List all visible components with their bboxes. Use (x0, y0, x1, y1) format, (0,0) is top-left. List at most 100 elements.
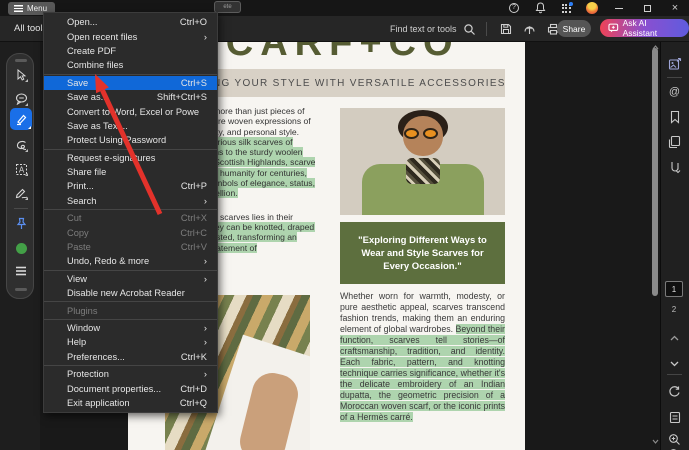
app-grid-icon (561, 1, 573, 13)
close-button[interactable]: × (661, 0, 689, 16)
account-button[interactable] (579, 0, 605, 16)
menu-item-create-pdf[interactable]: Create PDF (44, 44, 217, 58)
menu-item-plugins[interactable]: Plugins (44, 303, 217, 317)
pin-tool[interactable] (13, 215, 29, 231)
menu-item-document-properties[interactable]: Document properties... Ctrl+D (44, 381, 217, 395)
menu-item-protection[interactable]: Protection › (44, 367, 217, 381)
pull-quote-box: "Exploring Different Ways to Wear and St… (340, 222, 505, 284)
menu-separator (44, 209, 217, 211)
zoom-in-button[interactable] (667, 432, 682, 447)
minimize-icon (615, 7, 623, 9)
file-menu-dropdown: Open... Ctrl+O Open recent files › Create PD… (43, 12, 218, 414)
menu-item-save-as[interactable]: Save as... Shift+Ctrl+S (44, 90, 217, 104)
comments-panel-button[interactable]: @ (667, 84, 682, 99)
menu-separator (44, 364, 217, 366)
bookmark-icon (670, 110, 679, 124)
menu-item-search[interactable]: Search › (44, 194, 217, 208)
notification-dot (568, 1, 573, 6)
menu-item-preferences[interactable]: Preferences... Ctrl+K (44, 350, 217, 364)
palette-drag-handle[interactable] (15, 59, 27, 62)
document-tab-label: ete (223, 4, 232, 10)
menu-item-request-e-signatures[interactable]: Request e-signatures (44, 151, 217, 165)
menu-item-combine-files[interactable]: Combine files (44, 58, 217, 72)
rotate-page-button[interactable] (667, 384, 682, 399)
palette-drag-handle[interactable] (15, 288, 27, 291)
previous-page-button[interactable] (667, 330, 682, 345)
comments-icon: @ (668, 85, 681, 98)
menu-item-protect-using-password[interactable]: Protect Using Password (44, 133, 217, 147)
save-icon (500, 23, 511, 35)
close-icon: × (671, 1, 679, 14)
hamburger-icon (14, 5, 23, 12)
page-thumbnails-button[interactable] (667, 134, 682, 149)
document-tab[interactable]: ete (214, 1, 241, 13)
acrobat-reader-window: Menu ete ? × All tools Find text or tool… (0, 0, 689, 450)
current-page-indicator[interactable]: 1 (665, 281, 683, 297)
draw-tool[interactable] (13, 137, 29, 153)
highlighted-paragraph: Beyond their function, scarves tell stor… (340, 324, 505, 422)
minimize-button[interactable] (605, 0, 633, 16)
page-view-button[interactable] (667, 410, 682, 425)
menu-separator (44, 269, 217, 271)
search-icon[interactable] (463, 23, 476, 36)
palette-more-menu[interactable] (13, 263, 29, 279)
ask-ai-assistant-button[interactable]: Ask AI Assistant (600, 18, 689, 38)
menu-item-cut[interactable]: Cut Ctrl+X (44, 211, 217, 225)
upload-cloud-button[interactable] (521, 21, 539, 37)
panel-divider (667, 77, 682, 78)
share-label: Share (562, 23, 586, 34)
apps-button[interactable] (553, 0, 579, 16)
menu-item-disable-new-acrobat-reader[interactable]: Disable new Acrobat Reader (44, 286, 217, 300)
save-file-button[interactable] (497, 21, 515, 37)
highlight-tool-active[interactable] (10, 108, 32, 130)
share-button[interactable]: Share (557, 20, 591, 37)
notifications-button[interactable] (527, 0, 553, 16)
select-tool[interactable] (13, 67, 29, 83)
menu-separator (44, 318, 217, 320)
next-page-number[interactable]: 2 (665, 305, 683, 314)
fill-sign-tool[interactable] (13, 185, 29, 201)
menu-item-exit-application[interactable]: Exit application Ctrl+Q (44, 396, 217, 410)
menu-item-save-as-text[interactable]: Save as Text... (44, 119, 217, 133)
menu-item-convert-to-word-excel-or-powerpoint[interactable]: Convert to Word, Excel or PowerPoint (44, 104, 217, 118)
zoom-in-icon (669, 434, 680, 445)
ai-chat-icon (608, 23, 619, 33)
comment-tool[interactable] (13, 91, 29, 107)
menu-item-open-recent-files[interactable]: Open recent files › (44, 29, 217, 43)
pull-quote-text: "Exploring Different Ways to Wear and St… (358, 234, 487, 272)
current-page-number: 1 (671, 284, 677, 294)
next-page-button[interactable] (667, 356, 682, 371)
page-fit-icon (669, 411, 680, 424)
help-button[interactable]: ? (501, 0, 527, 16)
menu-item-share-file[interactable]: Share file (44, 165, 217, 179)
right-text-column: Whether worn for warmth, modesty, or pur… (340, 291, 505, 423)
menu-item-undo-redo-more[interactable]: Undo, Redo & more › (44, 254, 217, 268)
menu-item-window[interactable]: Window › (44, 321, 217, 335)
palette-divider (14, 208, 28, 209)
scroll-down-arrow[interactable] (650, 437, 660, 445)
status-indicator[interactable] (13, 240, 29, 256)
right-column-photo (340, 108, 505, 215)
menu-item-print[interactable]: Print... Ctrl+P (44, 179, 217, 193)
menu-item-copy[interactable]: Copy Ctrl+C (44, 225, 217, 239)
menu-separator (44, 73, 217, 75)
menu-separator (44, 148, 217, 150)
quick-tools-palette: A (6, 53, 34, 299)
bookmarks-panel-button[interactable] (667, 109, 682, 124)
maximize-button[interactable] (633, 0, 661, 16)
attachments-panel-button[interactable] (667, 159, 682, 174)
maximize-icon (643, 4, 651, 12)
upload-icon (524, 25, 535, 34)
find-input[interactable]: Find text or tools (390, 24, 457, 34)
edit-text-tool[interactable]: A (13, 161, 29, 177)
menu-item-view[interactable]: View › (44, 272, 217, 286)
divider (485, 22, 487, 36)
hamburger-lines-icon (16, 266, 26, 276)
menu-item-help[interactable]: Help › (44, 335, 217, 349)
pin-icon (16, 217, 26, 229)
menu-item-open[interactable]: Open... Ctrl+O (44, 15, 217, 29)
scrollbar-thumb[interactable] (652, 48, 658, 296)
menu-item-save[interactable]: Save Ctrl+S (44, 75, 217, 90)
export-pdf-button[interactable] (667, 56, 682, 71)
menu-item-paste[interactable]: Paste Ctrl+V (44, 240, 217, 254)
